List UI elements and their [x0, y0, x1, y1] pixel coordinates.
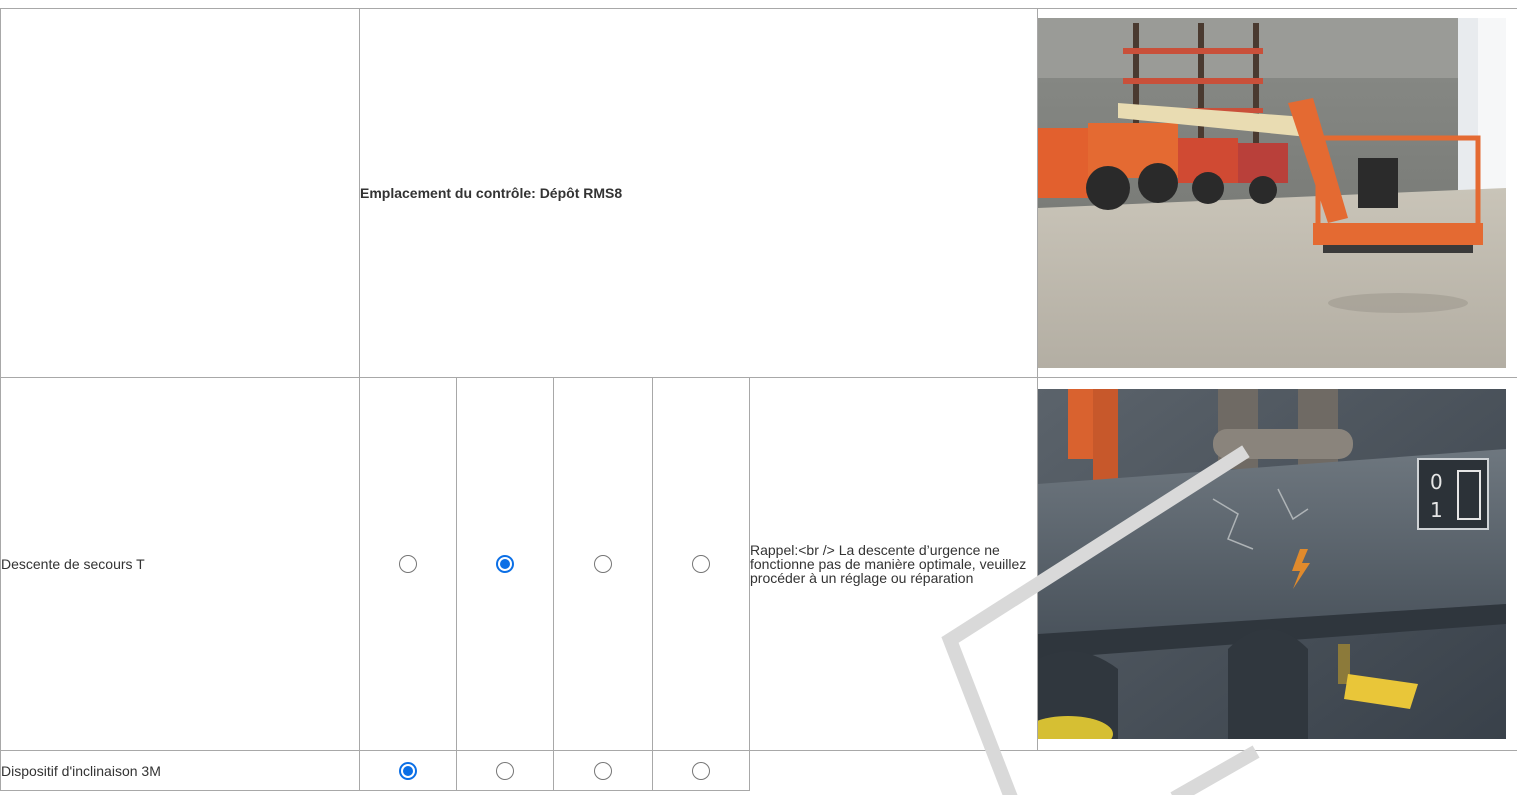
status-radio-3[interactable] — [594, 761, 612, 780]
inspection-row: Descente de secours T Rappel:<br /> La d… — [0, 377, 1517, 751]
svg-text:0: 0 — [1430, 470, 1443, 494]
status-radio-1[interactable] — [399, 555, 417, 574]
status-option-1-cell — [359, 750, 457, 791]
photo-cell: 0 1 — [1037, 377, 1517, 751]
status-radio-3[interactable] — [594, 555, 612, 574]
warehouse-photo[interactable] — [1038, 18, 1507, 368]
row-label: Descente de secours T — [0, 377, 360, 751]
comment-text: Rappel:<br /> La descente d’urgence ne f… — [748, 377, 1039, 751]
status-option-3-cell — [553, 750, 653, 791]
svg-text:1: 1 — [1430, 498, 1443, 522]
status-radio-2[interactable] — [496, 555, 514, 574]
status-radio-4[interactable] — [692, 761, 710, 780]
location-row: Emplacement du contrôle: Dépôt RMS8 — [0, 8, 1517, 378]
row-label: Dispositif d'inclinaison 3M — [0, 750, 360, 791]
status-option-3-cell — [553, 377, 653, 751]
status-option-1-cell — [359, 377, 457, 751]
status-radio-1[interactable] — [399, 761, 417, 780]
status-radio-4[interactable] — [692, 555, 710, 574]
status-option-4-cell — [652, 377, 750, 751]
location-empty-cell — [0, 8, 360, 378]
inspection-table: Emplacement du contrôle: Dépôt RMS8 Desc… — [0, 8, 1517, 791]
inspection-row: Dispositif d'inclinaison 3M — [0, 750, 1517, 791]
status-radio-2[interactable] — [496, 761, 514, 780]
comment-text — [750, 751, 1038, 791]
photo-empty-cell — [1038, 751, 1517, 791]
status-option-4-cell — [652, 750, 750, 791]
location-label: Emplacement du contrôle: Dépôt RMS8 — [358, 8, 1039, 378]
control-closeup-photo[interactable]: 0 1 — [1038, 389, 1507, 739]
photo-cell — [1037, 8, 1517, 378]
status-option-2-cell — [456, 377, 554, 751]
status-option-2-cell — [456, 750, 554, 791]
